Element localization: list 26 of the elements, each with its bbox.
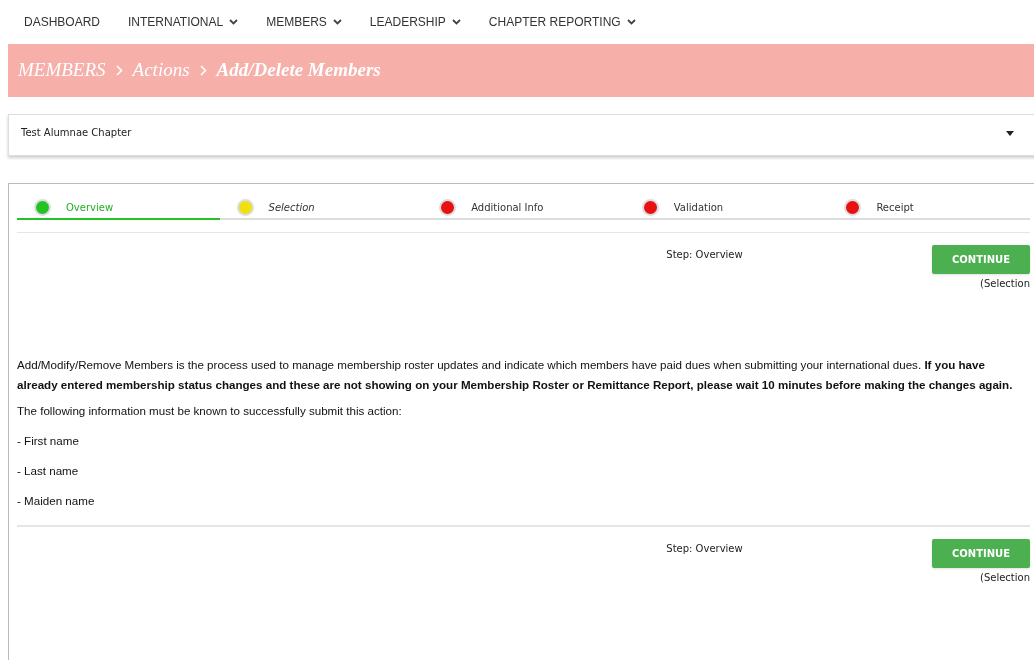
step-tab[interactable]: Selection [219,196,423,220]
chevron-right-icon [115,65,123,76]
requirement-item: - First name [17,433,80,449]
step-tab[interactable]: Additional Info [422,196,625,220]
nav-link[interactable]: DASHBOARD [24,13,100,31]
chevron-down-icon [451,19,461,25]
chevron-down-icon [229,19,239,25]
step-tab[interactable]: Validation [624,196,828,220]
requirements-intro: The following information must be known to successfully submit this action: [17,403,403,419]
nav-link[interactable]: CHAPTER REPORTING [488,13,636,31]
intro-paragraph: Add/Modify/Remove Members is the process used to manage membership roster updates and indicate which members have paid dues when submitting your international dues. If you have already entered membership status changes and these are not showing on your Membership Roster or Remittance Report, please wait 10 minutes before making the changes again. [17,357,1014,393]
step-label: Step: Overview [666,248,743,262]
next-step-label: (Selection [980,277,1030,291]
requirement-item: - Maiden name [17,493,96,509]
chapter-select[interactable]: Test Alumnae Chapter [8,114,1034,156]
step-tab[interactable]: Receipt [827,196,1030,220]
caret-down-icon [1006,131,1014,136]
nav-link[interactable]: INTERNATIONAL [128,13,239,31]
step-label: Step: Overview [666,542,743,556]
chevron-right-icon [199,65,207,76]
next-step-label: (Selection [980,571,1030,585]
nav-link[interactable]: MEMBERS [266,13,342,31]
requirement-item: - Last name [17,463,80,479]
chevron-down-icon [332,19,342,25]
chevron-down-icon [626,19,636,25]
nav-link[interactable]: LEADERSHIP [369,13,461,31]
